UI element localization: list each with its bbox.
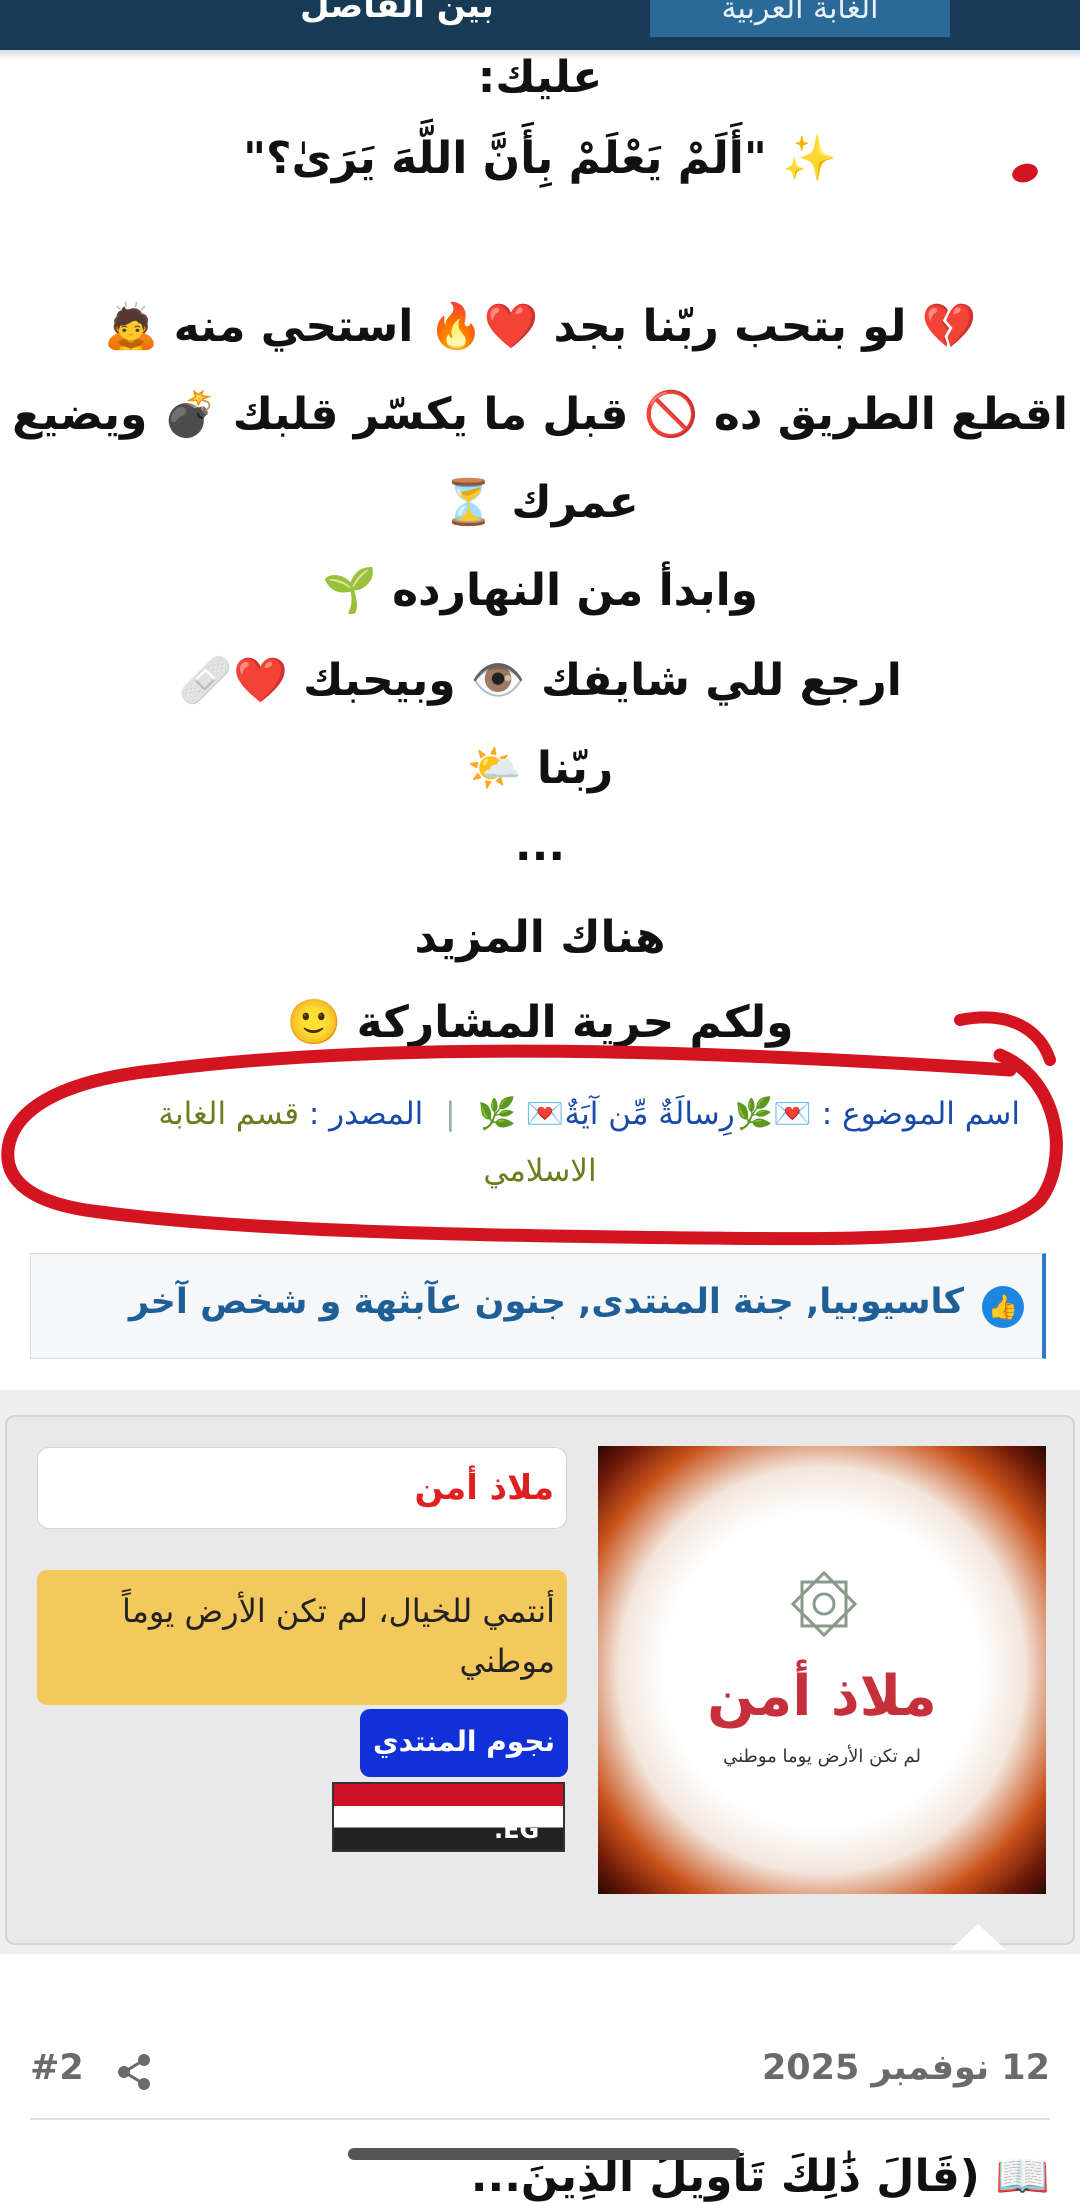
star-emblem-icon	[790, 1570, 858, 1638]
post-line: عمرك ⏳	[441, 477, 639, 528]
username[interactable]: ملاذ أمن	[415, 1468, 554, 1508]
rank-badge: نجوم المنتدي	[360, 1709, 568, 1777]
meta-separator: |	[445, 1096, 456, 1132]
post-line: وابدأ من النهارده 🌱	[321, 565, 759, 616]
country-flag: .EG	[332, 1782, 565, 1852]
source-value-cont[interactable]: الاسلامي	[0, 1153, 1080, 1189]
site-logo[interactable]: الغابة العربية	[650, 0, 950, 37]
post-line: ارجع للي شايفك 👁️ وبيحبك ❤️🩹	[178, 655, 902, 706]
avatar-title: ملاذ أمن	[707, 1664, 937, 1729]
top-navigation-bar: بين الفاصل الغابة العربية	[0, 0, 1080, 50]
post-line: 💔 لو بتحب ربّنا بجد ❤️🔥 استحي منه 🙇	[103, 301, 977, 352]
card-notch	[950, 1924, 1006, 1950]
topic-label: اسم الموضوع :	[821, 1096, 1020, 1132]
post-date: 12 نوفمبر 2025	[761, 2048, 1050, 2088]
avatar-subtitle: لم تكن الأرض يوما موطني	[723, 1746, 921, 1767]
post-line: ربّنا 🌤️	[466, 743, 614, 794]
topic-value[interactable]: 💌🌿رِسالَةٌ مِّن آيَةٌ💌 🌿	[477, 1096, 811, 1132]
post-line: عليك:	[477, 52, 603, 103]
thumbs-up-icon: 👍	[982, 1286, 1024, 1328]
source-label: المصدر :	[308, 1096, 424, 1132]
post-line: هناك المزيد	[414, 912, 666, 963]
user-avatar[interactable]: ملاذ أمن لم تكن الأرض يوما موطني	[598, 1446, 1046, 1894]
divider	[30, 2118, 1050, 2120]
post-number[interactable]: #2	[30, 2048, 84, 2088]
likes-list[interactable]: كاسيوبيا, جنة المنتدى, جنون عآبثهة و شخص…	[129, 1282, 964, 1322]
source-value[interactable]: قسم الغابة	[158, 1096, 299, 1132]
home-indicator[interactable]	[348, 2148, 740, 2160]
topbar-text: بين الفاصل	[300, 0, 494, 26]
post-line: اقطع الطريق ده 🚫 قبل ما يكسّر قلبك 💣 ويض…	[12, 389, 1068, 440]
username-box[interactable]: ملاذ أمن	[37, 1447, 567, 1529]
post-line: ✨ "أَلَمْ يَعْلَمْ بِأَنَّ اللَّهَ يَرَى…	[243, 133, 837, 184]
user-title: أنتمي للخيال، لم تكن الأرض يوماً موطني	[121, 1592, 555, 1680]
flag-code: .EG	[494, 1816, 540, 1844]
post-line: ...	[514, 820, 566, 871]
likes-bar[interactable]: 👍 كاسيوبيا, جنة المنتدى, جنون عآبثهة و ش…	[30, 1253, 1046, 1359]
user-title-box: أنتمي للخيال، لم تكن الأرض يوماً موطني	[37, 1570, 567, 1705]
share-icon[interactable]	[112, 2050, 156, 2094]
post-line: ولكم حرية المشاركة 🙂	[286, 997, 794, 1048]
